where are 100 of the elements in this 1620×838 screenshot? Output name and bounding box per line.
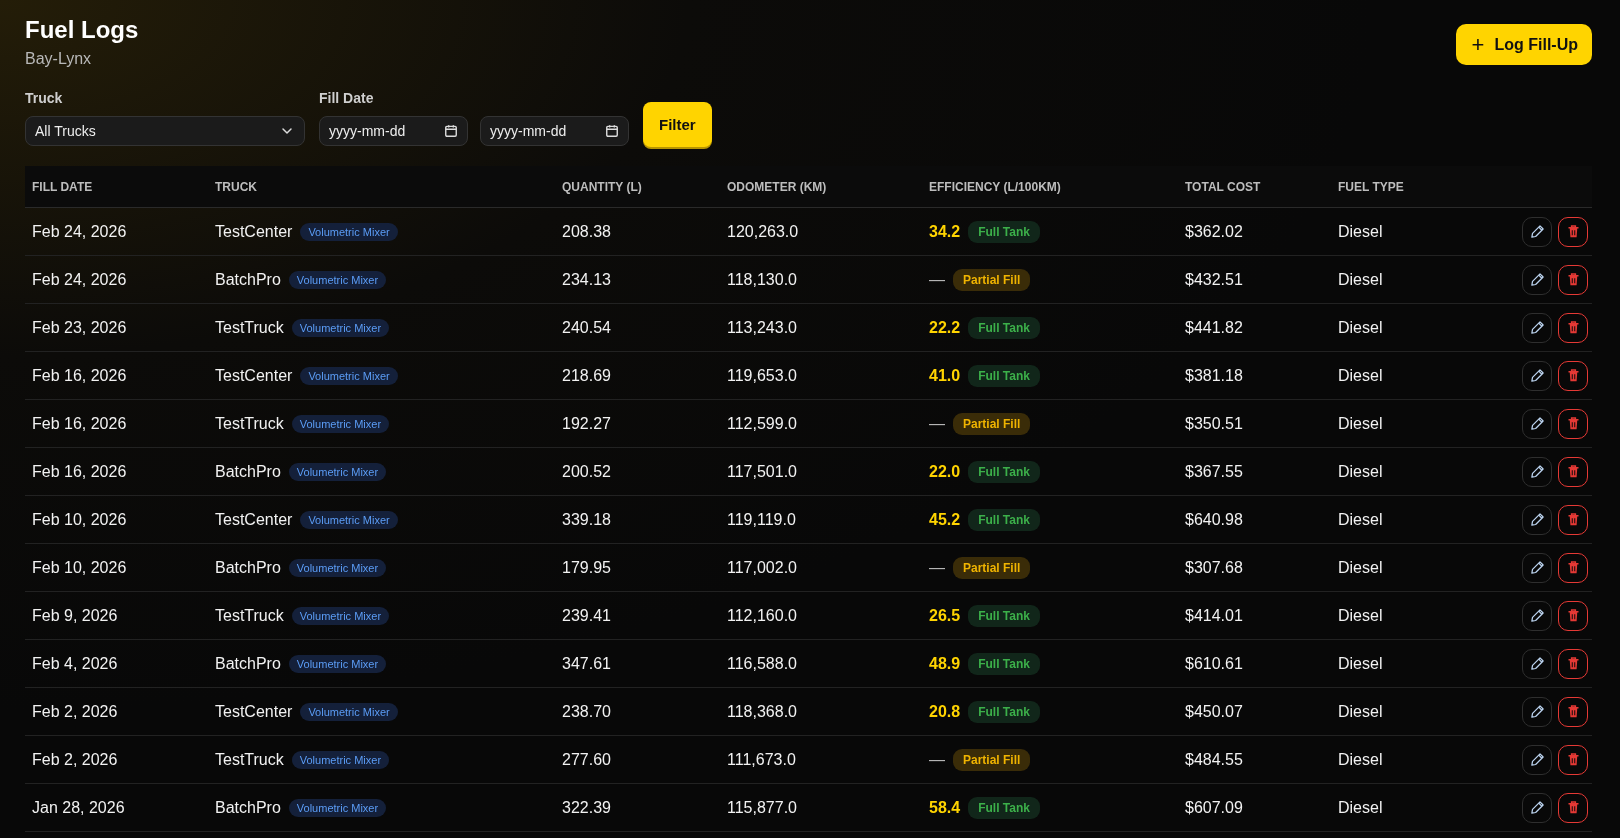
pencil-icon [1529,704,1545,719]
edit-button[interactable] [1522,600,1552,631]
table-cell-text: 117,501.0 [726,462,798,481]
truck-type-tag: Volumetric Mixer [291,318,390,337]
delete-button[interactable] [1558,456,1588,487]
fill-type-badge: Full Tank [968,604,1040,627]
table-cell-text: Diesel [1337,798,1384,817]
truck-name: BatchPro [215,270,281,289]
pencil-icon [1529,368,1545,383]
table-cell-text: $610.61 [1184,654,1244,673]
table-cell-text: 118,368.0 [726,702,798,721]
efficiency-value: — [929,750,945,769]
efficiency-value: 20.8 [929,702,961,721]
table-cell-text: 218.69 [561,366,612,385]
truck-type-tag: Volumetric Mixer [300,510,398,529]
truck-name: TestCenter [215,510,293,529]
efficiency-value: 22.0 [929,462,961,481]
date-field[interactable]: yyyy-mm-dd [319,116,468,146]
column-header: TRUCK [214,179,258,194]
pencil-icon [1529,464,1545,479]
date-field[interactable]: yyyy-mm-dd [480,116,629,146]
table-cell-text: 119,119.0 [726,510,797,529]
truck-name: BatchPro [215,654,281,673]
edit-button[interactable] [1522,216,1552,247]
efficiency-value: 34.2 [929,222,961,241]
delete-button[interactable] [1558,792,1588,823]
column-header: FILL DATE [31,179,94,194]
table-cell-text: 322.39 [561,798,612,817]
table-cell-text: Feb 23, 2026 [31,318,128,337]
filter-button[interactable]: Filter [643,102,712,147]
truck-type-tag: Volumetric Mixer [288,798,387,817]
delete-button[interactable] [1558,408,1588,439]
table-cell-text: Diesel [1337,222,1384,241]
column-header: ODOMETER (KM) [726,179,828,194]
edit-button[interactable] [1522,312,1552,343]
table-cell-text: Diesel [1337,702,1384,721]
table-cell-text: 339.18 [561,510,612,529]
fill-type-badge: Full Tank [968,508,1040,531]
table-cell-text: Feb 4, 2026 [31,654,119,673]
truck-name: TestCenter [215,702,293,721]
table-cell-text: 111,673.0 [726,750,797,769]
table-cell-text: Diesel [1337,270,1384,289]
page-subtitle: Bay-Lynx [25,50,93,68]
table-cell-text: 112,599.0 [726,414,798,433]
delete-button[interactable] [1558,648,1588,679]
table-cell-text: 347.61 [561,654,612,673]
fill-type-badge: Partial Fill [953,268,1031,291]
column-header: EFFICIENCY (L/100KM) [928,179,1062,194]
truck-name: BatchPro [215,558,281,577]
truck-select[interactable]: All Trucks [25,116,305,146]
fill-type-badge: Full Tank [968,316,1040,339]
edit-button[interactable] [1522,552,1552,583]
table-cell-text: Feb 2, 2026 [31,702,119,721]
table-cell-text: Diesel [1337,558,1384,577]
delete-button[interactable] [1558,552,1588,583]
delete-button[interactable] [1558,312,1588,343]
truck-type-tag: Volumetric Mixer [288,654,387,673]
table-cell-text: 234.13 [561,270,612,289]
table-cell-text: Feb 24, 2026 [31,270,128,289]
edit-button[interactable] [1522,744,1552,775]
edit-button[interactable] [1522,648,1552,679]
delete-button[interactable] [1558,744,1588,775]
edit-button[interactable] [1522,408,1552,439]
table-cell-text: 112,160.0 [726,606,798,625]
table-cell-text: 192.27 [561,414,612,433]
delete-button[interactable] [1558,696,1588,727]
table-cell-text: Diesel [1337,318,1384,337]
truck-type-tag: Volumetric Mixer [291,750,390,769]
pencil-icon [1529,656,1545,671]
efficiency-value: — [929,270,945,289]
table-cell-text: Feb 16, 2026 [31,414,128,433]
edit-button[interactable] [1522,360,1552,391]
truck-type-tag: Volumetric Mixer [288,462,387,481]
delete-button[interactable] [1558,264,1588,295]
edit-button[interactable] [1522,504,1552,535]
truck-name: BatchPro [215,462,281,481]
table-cell-text: Diesel [1337,606,1384,625]
edit-button[interactable] [1522,792,1552,823]
edit-button[interactable] [1522,456,1552,487]
fill-type-badge: Partial Fill [953,748,1031,771]
efficiency-value: 41.0 [929,366,961,385]
table-cell-text: 277.60 [561,750,612,769]
edit-button[interactable] [1522,696,1552,727]
truck-name: TestTruck [215,606,284,625]
efficiency-value: 45.2 [929,510,961,529]
table-cell-text: Feb 2, 2026 [31,750,119,769]
table-cell-text: 116,588.0 [726,654,798,673]
fill-type-badge: Partial Fill [953,556,1031,579]
edit-button[interactable] [1522,264,1552,295]
delete-button[interactable] [1558,600,1588,631]
table-cell-text: $484.55 [1184,750,1244,769]
pencil-icon [1529,800,1545,815]
delete-button[interactable] [1558,504,1588,535]
delete-button[interactable] [1558,216,1588,247]
pencil-icon [1529,224,1545,239]
fill-type-badge: Full Tank [968,652,1040,675]
plus-icon: + [1471,33,1485,56]
log-fill-up-button[interactable]: + Log Fill-Up [1455,24,1592,65]
table-cell-text: Feb 9, 2026 [31,606,119,625]
delete-button[interactable] [1558,360,1588,391]
